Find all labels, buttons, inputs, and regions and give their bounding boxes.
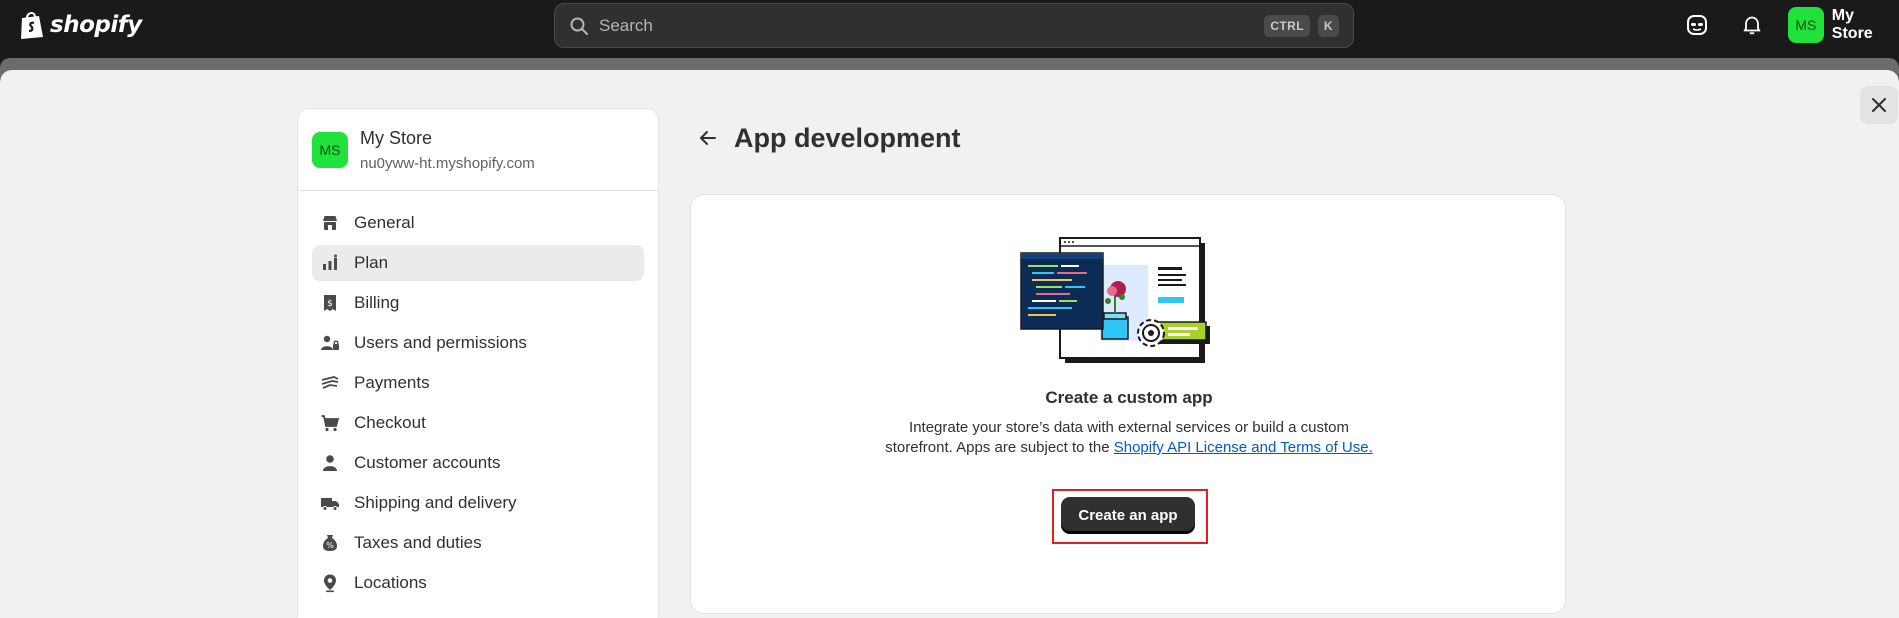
app-illustration xyxy=(1020,237,1210,363)
avatar: MS xyxy=(312,131,348,168)
logo-text: shopify xyxy=(50,12,142,38)
sidebar-item-label: Billing xyxy=(354,293,400,312)
sidebar-store-name: My Store xyxy=(360,127,433,148)
search-icon xyxy=(570,17,588,35)
sidebar-item-plan[interactable]: Plan xyxy=(312,245,644,281)
back-button[interactable] xyxy=(696,126,720,150)
location-icon xyxy=(320,573,340,593)
store-icon xyxy=(320,213,340,233)
incognito-icon[interactable] xyxy=(1685,13,1709,37)
sidebar-item-payments[interactable]: Payments xyxy=(312,365,644,401)
shopify-logo[interactable]: shopify xyxy=(18,9,142,41)
shortcut-key-ctrl: CTRL xyxy=(1264,14,1310,37)
sidebar-item-label: Checkout xyxy=(354,413,426,432)
sidebar-item-label: Customer accounts xyxy=(354,453,501,472)
search-bar[interactable]: Search CTRL K xyxy=(554,3,1354,48)
search-placeholder: Search xyxy=(599,15,653,35)
sidebar-item-shipping[interactable]: Shipping and delivery xyxy=(312,485,644,521)
top-bar: shopify Search CTRL K MS My Store xyxy=(0,0,1899,50)
avatar: MS xyxy=(1788,7,1824,43)
svg-text:$: $ xyxy=(327,299,333,309)
svg-text:%: % xyxy=(326,541,334,550)
sidebar-item-locations[interactable]: Locations xyxy=(312,565,644,601)
sidebar-store-domain: nu0yww-ht.myshopify.com xyxy=(360,154,535,172)
arrow-left-icon xyxy=(700,131,716,145)
sidebar-item-label: Plan xyxy=(354,253,389,272)
sidebar-item-label: Payments xyxy=(354,373,430,392)
card-description: Integrate your store’s data with externa… xyxy=(879,418,1379,458)
billing-icon: $ xyxy=(320,293,340,313)
sidebar-item-label: Shipping and delivery xyxy=(354,493,517,512)
close-icon xyxy=(1872,98,1886,112)
custom-app-card: Create a custom app Integrate your store… xyxy=(690,194,1566,614)
sidebar-store-header[interactable]: MS My Store nu0yww-ht.myshopify.com xyxy=(298,109,658,191)
page-header: App development xyxy=(696,120,961,156)
api-license-link[interactable]: Shopify API License and Terms of Use. xyxy=(1114,439,1373,456)
sidebar-item-checkout[interactable]: Checkout xyxy=(312,405,644,441)
sidebar-item-label: Locations xyxy=(354,573,427,592)
sidebar-item-taxes[interactable]: % Taxes and duties xyxy=(312,525,644,561)
sidebar-item-label: General xyxy=(354,213,415,232)
tax-icon: % xyxy=(320,533,340,553)
plan-icon xyxy=(320,253,340,273)
sidebar-item-billing[interactable]: $ Billing xyxy=(312,285,644,321)
card-heading: Create a custom app xyxy=(1045,388,1213,407)
settings-sidebar: MS My Store nu0yww-ht.myshopify.com Gene… xyxy=(297,108,659,618)
sidebar-item-general[interactable]: General xyxy=(312,205,644,241)
shortcut-key-k: K xyxy=(1317,14,1339,37)
sidebar-item-users[interactable]: Users and permissions xyxy=(312,325,644,361)
payments-icon xyxy=(320,373,340,393)
cart-icon xyxy=(320,413,340,433)
close-button[interactable] xyxy=(1860,86,1898,124)
sidebar-item-label: Taxes and duties xyxy=(354,533,482,552)
truck-icon xyxy=(320,493,340,513)
sidebar-item-label: Users and permissions xyxy=(354,333,527,352)
sidebar-item-customer-accounts[interactable]: Customer accounts xyxy=(312,445,644,481)
store-name: My Store xyxy=(1831,7,1873,42)
person-icon xyxy=(320,453,340,473)
page-title: App development xyxy=(734,122,961,153)
bell-icon[interactable] xyxy=(1740,13,1764,37)
sidebar-nav: General Plan $ Billing Users and permiss… xyxy=(298,191,658,601)
shopify-bag-icon xyxy=(21,12,43,39)
users-icon xyxy=(320,333,340,353)
create-app-button[interactable]: Create an app xyxy=(1061,497,1195,533)
store-switcher[interactable]: MS My Store xyxy=(1788,7,1899,43)
